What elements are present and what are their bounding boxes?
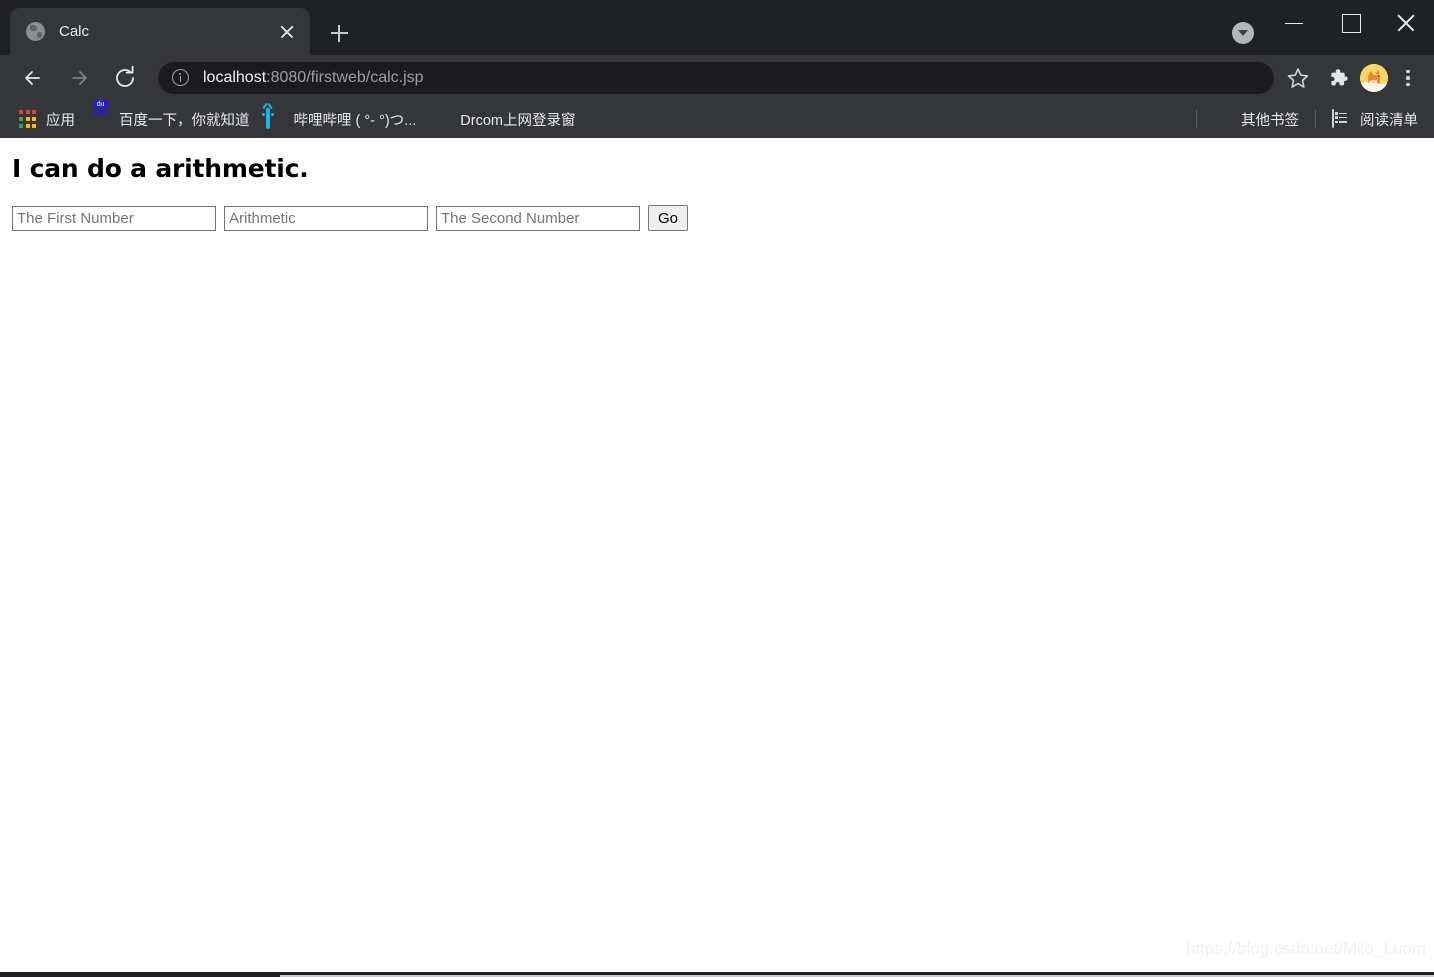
first-number-input[interactable] <box>12 205 216 231</box>
tab-calc[interactable]: Calc <box>10 8 310 55</box>
url-host: localhost <box>203 68 267 86</box>
globe-icon <box>432 110 451 129</box>
apps-grid-icon <box>18 110 37 129</box>
tab-title: Calc <box>59 23 90 40</box>
maximize-button[interactable] <box>1322 0 1378 45</box>
reload-icon <box>116 65 134 87</box>
baidu-icon: du <box>91 99 110 129</box>
reload-button[interactable] <box>107 60 143 96</box>
close-window-button[interactable] <box>1378 0 1434 45</box>
globe-icon <box>26 22 45 41</box>
dog-avatar-icon <box>1360 63 1388 92</box>
calculator-form: Go <box>0 183 1434 231</box>
bookmark-label: 百度一下，你就知道 <box>119 112 250 129</box>
bookmarks-bar: 应用 du 百度一下，你就知道 哔哩哔哩 ( °- <box>0 99 1434 138</box>
bookmark-star-button[interactable] <box>1282 62 1314 94</box>
reading-list-label: 阅读清单 <box>1360 112 1418 129</box>
watermark: https://blog.csdn.net/Milo_Luom <box>1185 939 1426 958</box>
bookmark-label: 哔哩哔哩 ( °- °)つ... <box>293 112 417 129</box>
browser-toolbar: localhost:8080/firstweb/calc.jsp <box>0 55 1434 100</box>
url-text: localhost:8080/firstweb/calc.jsp <box>203 69 424 87</box>
window-controls <box>1266 0 1434 45</box>
folder-icon <box>1213 110 1232 129</box>
other-bookmarks-label: 其他书签 <box>1241 112 1299 129</box>
address-bar[interactable]: localhost:8080/firstweb/calc.jsp <box>158 61 1274 94</box>
other-bookmarks-button[interactable]: 其他书签 <box>1205 105 1307 133</box>
close-icon[interactable] <box>274 19 300 45</box>
arrow-left-icon <box>25 70 40 85</box>
back-button[interactable] <box>15 60 51 96</box>
reading-list-button[interactable]: 阅读清单 <box>1324 105 1426 133</box>
bookmark-item-apps[interactable]: 应用 <box>10 105 83 133</box>
puzzle-piece-icon <box>1331 68 1348 85</box>
url-path: :8080/firstweb/calc.jsp <box>266 68 424 86</box>
go-button[interactable]: Go <box>648 205 688 231</box>
second-number-input[interactable] <box>436 205 640 231</box>
page-title: I can do a arithmetic. <box>12 154 309 183</box>
browser-window: Calc localhost:8080/firstweb/calc.jsp 应用… <box>0 0 1434 977</box>
bookmark-item-drcom[interactable]: Drcom上网登录窗 <box>424 105 583 133</box>
menu-dot <box>1406 69 1410 74</box>
menu-dot <box>1406 76 1410 80</box>
bookmark-item-bilibili[interactable]: 哔哩哔哩 ( °- °)つ... <box>258 105 425 133</box>
minimize-button[interactable] <box>1266 0 1322 45</box>
star-icon <box>1287 67 1309 88</box>
bookmarks-bar-right: 其他书签 阅读清单 <box>1188 105 1426 133</box>
chevron-down-icon[interactable] <box>1232 22 1254 44</box>
arrow-right-icon <box>72 70 87 85</box>
bookmark-item-baidu[interactable]: du 百度一下，你就知道 <box>83 99 258 133</box>
info-circle-icon[interactable] <box>172 69 189 86</box>
bookmark-label: 应用 <box>46 112 75 129</box>
new-tab-button[interactable] <box>322 16 356 50</box>
divider <box>1315 110 1316 128</box>
reading-list-icon <box>1332 108 1351 129</box>
divider <box>1196 110 1197 128</box>
bilibili-icon <box>261 107 285 129</box>
menu-dot <box>1406 82 1410 87</box>
extensions-button[interactable] <box>1320 60 1356 96</box>
avatar[interactable] <box>1360 63 1388 92</box>
forward-button[interactable] <box>61 60 97 96</box>
tab-strip: Calc <box>0 0 1434 55</box>
arithmetic-input[interactable] <box>224 205 428 231</box>
page-content: I can do a arithmetic. Go https://blog.c… <box>0 138 1434 977</box>
bookmark-label: Drcom上网登录窗 <box>460 112 576 129</box>
browser-menu-button[interactable] <box>1392 60 1424 96</box>
